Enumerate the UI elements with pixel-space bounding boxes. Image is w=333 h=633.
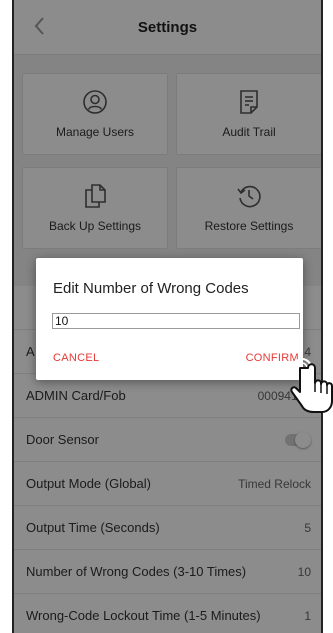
phone-screen: Settings Manage Users Audit Trail Back U… xyxy=(12,0,323,633)
edit-wrong-codes-dialog: Edit Number of Wrong Codes CANCEL CONFIR… xyxy=(36,258,303,380)
wrong-codes-input[interactable] xyxy=(52,313,300,329)
tap-hand-icon xyxy=(290,358,333,413)
cancel-button[interactable]: CANCEL xyxy=(53,352,99,364)
dialog-title: Edit Number of Wrong Codes xyxy=(53,280,249,297)
